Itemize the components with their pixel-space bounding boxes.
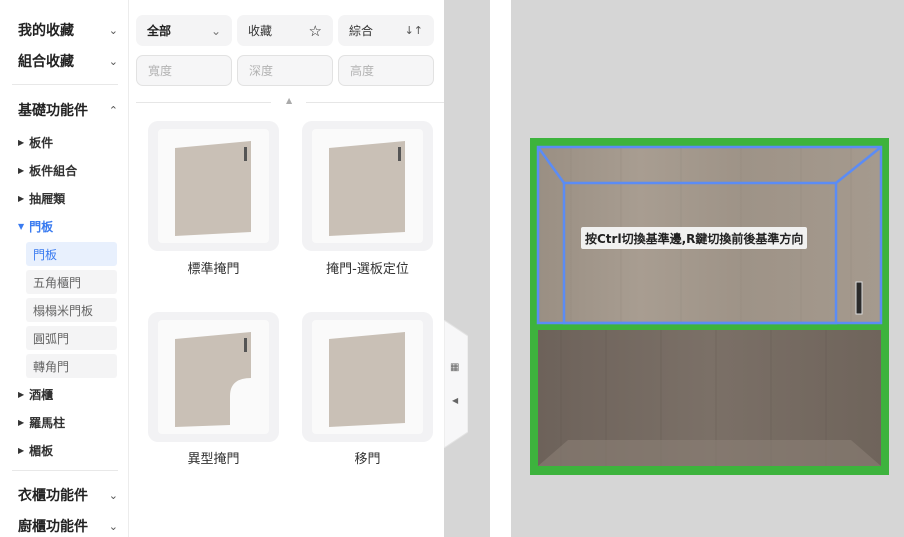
divider <box>306 102 444 103</box>
chevron-down-icon: ⌄ <box>108 488 118 502</box>
product-name: 移門 <box>354 452 381 467</box>
tree-item-label: 板件組合 <box>29 163 78 178</box>
product-thumbnail <box>158 129 269 243</box>
sub-item-tatami-door[interactable]: 榻榻米門板 <box>26 298 117 322</box>
product-panel: 全部 ⌄ 收藏 ☆ 綜合 ↓↑ ▲ 標準掩門 掩門-選板定位 <box>129 0 444 537</box>
product-thumbnail <box>158 320 269 434</box>
section-label: 廚櫃功能件 <box>18 519 88 535</box>
caret-right-icon: ▶ <box>18 193 25 203</box>
section-label: 衣櫃功能件 <box>18 488 88 504</box>
section-my-favorites[interactable]: 我的收藏 ⌄ <box>18 19 118 41</box>
collapse-filters-icon[interactable]: ▲ <box>286 96 292 105</box>
product-thumbnail <box>312 320 423 434</box>
section-combo-favorites[interactable]: 組合收藏 ⌄ <box>18 50 118 72</box>
tree-item-drawers[interactable]: ▶ 抽屜類 <box>18 189 65 207</box>
tree-item-wine-cabinet[interactable]: ▶ 酒櫃 <box>18 385 53 403</box>
chevron-up-icon: ⌃ <box>108 103 118 117</box>
chevron-down-icon: ⌄ <box>108 54 118 68</box>
section-kitchen-components[interactable]: 廚櫃功能件 ⌄ <box>18 515 118 537</box>
section-wardrobe-components[interactable]: 衣櫃功能件 ⌄ <box>18 484 118 506</box>
cabinet-render <box>530 138 889 475</box>
divider <box>12 470 118 471</box>
sort-icon: ↓↑ <box>404 24 423 37</box>
tree-item-lintel[interactable]: ▶ 楣板 <box>18 441 53 459</box>
category-sidebar: 我的收藏 ⌄ 組合收藏 ⌄ 基礎功能件 ⌃ ▶ 板件 ▶ 板件組合 ▶ 抽屜類 … <box>0 0 129 537</box>
star-icon: ☆ <box>308 21 322 40</box>
section-basic-components[interactable]: 基礎功能件 ⌃ <box>18 99 118 121</box>
section-label: 基礎功能件 <box>18 103 88 119</box>
viewport-hint: 按Ctrl切換基準邊,R鍵切換前後基準方向 <box>581 227 808 249</box>
grid-icon[interactable]: ▦ <box>450 362 459 373</box>
product-name: 掩門-選板定位 <box>326 262 409 277</box>
chevron-down-icon: ⌄ <box>210 23 221 38</box>
sub-item-door-panel[interactable]: 門板 <box>26 242 117 266</box>
divider <box>12 84 118 85</box>
category-filter-dropdown[interactable]: 全部 ⌄ <box>136 15 232 46</box>
caret-right-icon: ▶ <box>18 165 25 175</box>
tree-item-label: 抽屜類 <box>29 191 66 206</box>
tree-item-label: 板件 <box>29 135 54 150</box>
tree-item-board[interactable]: ▶ 板件 <box>18 133 53 151</box>
section-label: 組合收藏 <box>18 54 74 70</box>
depth-input[interactable] <box>237 55 333 86</box>
chevron-down-icon: ⌄ <box>108 23 118 37</box>
chevron-down-icon: ⌄ <box>108 519 118 533</box>
tree-item-label: 門板 <box>29 219 54 234</box>
product-name: 標準掩門 <box>187 262 240 277</box>
sub-item-pentagon-door[interactable]: 五角櫃門 <box>26 270 117 294</box>
category-filter-label: 全部 <box>147 24 172 38</box>
divider <box>136 102 271 103</box>
product-card-shaped-door[interactable] <box>148 312 279 442</box>
panel-gutter <box>444 0 490 537</box>
section-label: 我的收藏 <box>18 23 74 39</box>
collapse-left-icon[interactable]: ◀ <box>452 396 458 405</box>
caret-right-icon: ▶ <box>18 389 25 399</box>
caret-right-icon: ▶ <box>18 417 25 427</box>
product-name: 異型掩門 <box>187 452 240 467</box>
product-card-standard-door[interactable] <box>148 121 279 251</box>
favorite-filter-button[interactable]: 收藏 ☆ <box>237 15 333 46</box>
panel-separator <box>490 0 511 537</box>
tree-item-door-panels[interactable]: ▼ 門板 <box>18 217 53 235</box>
caret-right-icon: ▶ <box>18 445 25 455</box>
3d-viewport[interactable] <box>511 0 904 537</box>
tree-item-label: 羅馬柱 <box>29 415 66 430</box>
product-thumbnail <box>312 129 423 243</box>
panel-collapse-handle[interactable] <box>444 320 468 448</box>
product-card-sliding-door[interactable] <box>302 312 433 442</box>
tree-item-label: 楣板 <box>29 443 54 458</box>
sub-item-arc-door[interactable]: 圓弧門 <box>26 326 117 350</box>
tree-item-label: 酒櫃 <box>29 387 54 402</box>
sub-item-corner-door[interactable]: 轉角門 <box>26 354 117 378</box>
tree-item-board-combo[interactable]: ▶ 板件組合 <box>18 161 77 179</box>
sort-button[interactable]: 綜合 ↓↑ <box>338 15 434 46</box>
favorite-filter-label: 收藏 <box>248 24 273 38</box>
tree-item-roman-column[interactable]: ▶ 羅馬柱 <box>18 413 65 431</box>
caret-right-icon: ▶ <box>18 137 25 147</box>
product-card-door-board-position[interactable] <box>302 121 433 251</box>
width-input[interactable] <box>136 55 232 86</box>
height-input[interactable] <box>338 55 434 86</box>
caret-down-icon: ▼ <box>18 221 25 231</box>
sort-label: 綜合 <box>349 24 374 38</box>
